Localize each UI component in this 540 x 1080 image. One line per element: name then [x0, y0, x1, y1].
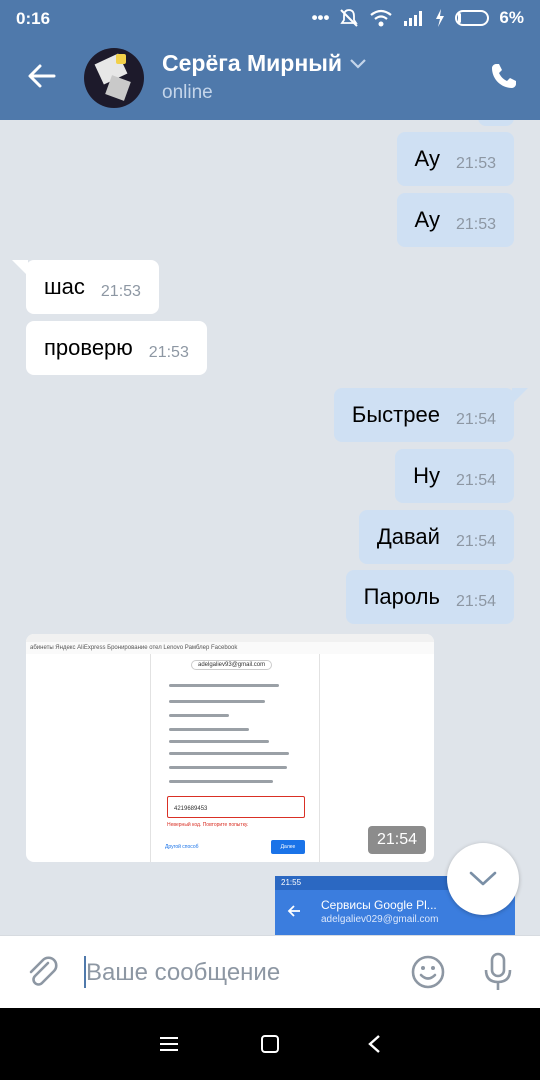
message-time: 21:54 — [455, 533, 496, 550]
message-text: Ау — [414, 207, 440, 232]
message-bubble-in[interactable]: шас 21:53 — [12, 260, 159, 314]
message-bubble-out[interactable]: Быстрее 21:54 — [333, 388, 529, 442]
message-time: 21:53 — [148, 344, 189, 361]
photo-time: 21:54 — [367, 826, 426, 854]
contact-name-text: Серёга Мирный — [162, 50, 343, 76]
contact-name[interactable]: Серёга Мирный — [162, 50, 366, 77]
code-field: 4219689453 — [167, 796, 305, 818]
chevron-down-icon — [350, 58, 366, 69]
presence-status: online — [162, 82, 213, 103]
message-bubble-out[interactable]: Ау 21:53 — [396, 193, 514, 247]
message-text: Давай — [376, 524, 440, 549]
charging-icon — [436, 9, 445, 27]
microphone-icon[interactable] — [482, 952, 514, 992]
wifi-icon — [370, 9, 393, 27]
nav-back-icon[interactable] — [366, 1034, 382, 1054]
message-bubble-out[interactable]: Ну 21:54 — [395, 449, 514, 503]
menu-icon[interactable] — [160, 1036, 178, 1052]
google-signin-panel: adelgaliev93@gmail.com 4219689453 Неверн… — [150, 654, 320, 862]
attach-icon[interactable] — [24, 954, 60, 990]
top-bar: 0:16 ••• 6% Серёга Мирный online — [0, 0, 540, 120]
message-time: 21:54 — [455, 593, 496, 610]
system-navigation-bar — [0, 1008, 540, 1080]
message-time: 21:53 — [455, 216, 496, 233]
preview-subtitle: adelgaliev029@gmail.com — [321, 914, 439, 925]
message-time: 21:54 — [455, 411, 496, 428]
more-icon: ••• — [311, 8, 330, 27]
message-bubble-partial — [478, 120, 514, 126]
status-bar: 0:16 ••• 6% — [0, 0, 540, 36]
scroll-down-button[interactable] — [447, 843, 519, 915]
avatar[interactable] — [84, 48, 144, 108]
message-bubble-out[interactable]: Давай 21:54 — [358, 510, 514, 564]
photo-attachment[interactable]: абинеты Яндекс AliExpress Бронирование о… — [26, 634, 434, 862]
mute-icon — [340, 9, 359, 27]
error-text: Неверный код. Повторите попытку. — [167, 822, 249, 828]
battery-percent: 6% — [499, 8, 524, 27]
next-button: Далее — [271, 840, 305, 854]
message-text: Пароль — [363, 584, 440, 609]
account-email: adelgaliev93@gmail.com — [191, 660, 273, 670]
message-list[interactable]: Ау 21:53 Ау 21:53 шас 21:53 проверю 21:5… — [0, 120, 540, 935]
message-bubble-out[interactable]: Ау 21:53 — [396, 132, 514, 186]
message-text: Быстрее — [351, 402, 440, 427]
message-time: 21:53 — [455, 155, 496, 172]
battery-icon — [455, 10, 490, 26]
message-text: проверю — [44, 335, 133, 360]
bookmarks-bar: абинеты Яндекс AliExpress Бронирование о… — [26, 642, 434, 654]
message-time: 21:54 — [455, 472, 496, 489]
message-bubble-out[interactable]: Пароль 21:54 — [345, 570, 514, 624]
status-icons: ••• 6% — [312, 8, 524, 28]
signal-icon — [404, 11, 423, 26]
message-text: шас — [44, 274, 85, 299]
message-text: Ну — [413, 463, 440, 488]
phone-icon[interactable] — [490, 62, 518, 90]
emoji-icon[interactable] — [410, 954, 446, 990]
message-input[interactable] — [86, 956, 386, 990]
other-way-link: Другой способ — [165, 844, 199, 850]
message-text: Ау — [414, 146, 440, 171]
composer — [0, 935, 540, 1008]
message-time: 21:53 — [100, 283, 141, 300]
back-arrow-icon — [287, 905, 300, 917]
preview-title: Сервисы Google Pl... — [321, 898, 437, 912]
home-icon[interactable] — [261, 1035, 279, 1053]
chevron-down-icon — [469, 871, 497, 886]
back-arrow-icon[interactable] — [26, 60, 58, 92]
chat-header: Серёга Мирный online — [0, 36, 540, 120]
status-time: 0:16 — [16, 9, 51, 28]
message-bubble-in[interactable]: проверю 21:53 — [26, 321, 207, 375]
